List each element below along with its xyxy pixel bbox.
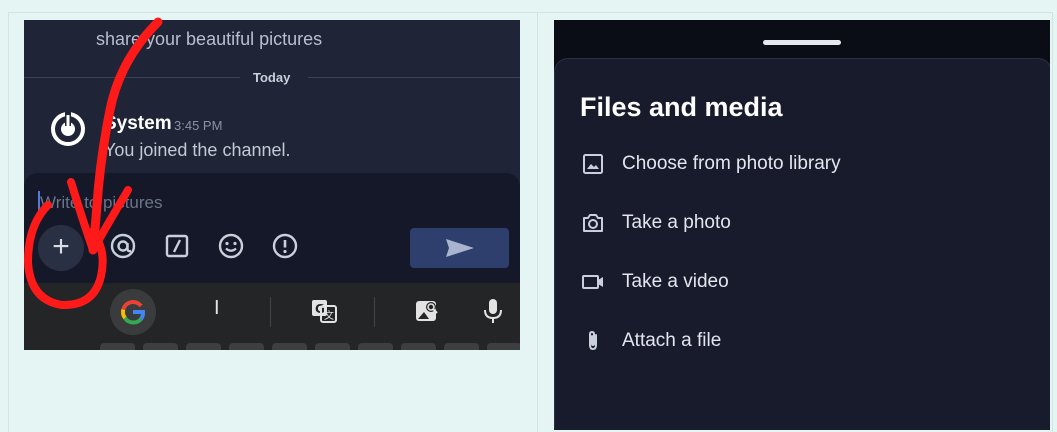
sheet-drag-handle[interactable] [763,40,841,45]
keyboard-key[interactable] [272,343,307,350]
date-divider-left [24,77,240,78]
files-media-sheet: Files and media Choose from photo librar… [554,58,1050,430]
grid-line-right [1052,12,1053,432]
post-message: You joined the channel. [104,140,291,160]
menu-item-take-photo[interactable]: Take a photo [555,195,1050,251]
menu-item-label: Take a video [622,271,729,292]
post-time: 3:45 PM [174,118,223,133]
keyboard-key[interactable] [100,343,135,350]
at-mention-icon[interactable] [108,231,138,261]
menu-item-photo-library[interactable]: Choose from photo library [555,136,1050,192]
keyboard-key[interactable] [401,343,436,350]
microphone-icon[interactable] [482,297,504,325]
keyboard-key[interactable] [315,343,350,350]
date-divider-right [308,77,520,78]
keyboard-key[interactable] [143,343,178,350]
menu-item-label: Attach a file [622,330,722,351]
message-composer: Write to pictures + [24,173,520,283]
emoji-icon[interactable] [216,231,246,261]
lens-search-icon[interactable] [414,297,442,325]
post-author[interactable]: System [104,113,172,135]
keyboard-key[interactable] [186,343,221,350]
grid-line-left [8,12,9,432]
attach-plus-button[interactable]: + [38,225,84,271]
send-button[interactable] [410,228,509,268]
keyboard-key[interactable] [444,343,479,350]
send-icon [446,239,474,257]
svg-text:文: 文 [324,309,334,322]
text-cursor-icon[interactable]: I [214,297,220,320]
keyboard-suggestion-bar: I G 文 [24,283,520,341]
translate-icon[interactable]: G 文 [310,297,338,325]
files-media-screenshot: Files and media Choose from photo librar… [554,20,1050,430]
system-avatar-icon [51,112,85,146]
image-icon [583,154,603,174]
menu-item-label: Choose from photo library [622,153,841,174]
keyboard-key[interactable] [358,343,393,350]
keyboard-key[interactable] [487,343,520,350]
paperclip-icon [589,330,597,351]
video-icon [582,275,603,289]
previous-message-text: share your beautiful pictures [96,29,323,49]
keyboard-separator [270,297,271,327]
date-separator: Today [253,70,291,85]
grid-line-top [8,12,1053,13]
google-icon[interactable] [110,289,156,335]
menu-item-attach-file[interactable]: Attach a file [555,313,1050,369]
keyboard-key[interactable] [229,343,264,350]
keyboard-separator [374,297,375,327]
sheet-title: Files and media [580,92,783,122]
slash-command-icon[interactable] [162,231,192,261]
chat-screenshot: share your beautiful pictures Today Syst… [24,20,520,350]
camera-icon [583,214,603,232]
menu-item-label: Take a photo [622,212,731,233]
keyboard-keys-row [24,341,520,350]
message-input[interactable]: Write to pictures [40,193,163,213]
menu-item-take-video[interactable]: Take a video [555,254,1050,310]
priority-icon[interactable] [270,231,300,261]
grid-line-middle [537,12,538,432]
